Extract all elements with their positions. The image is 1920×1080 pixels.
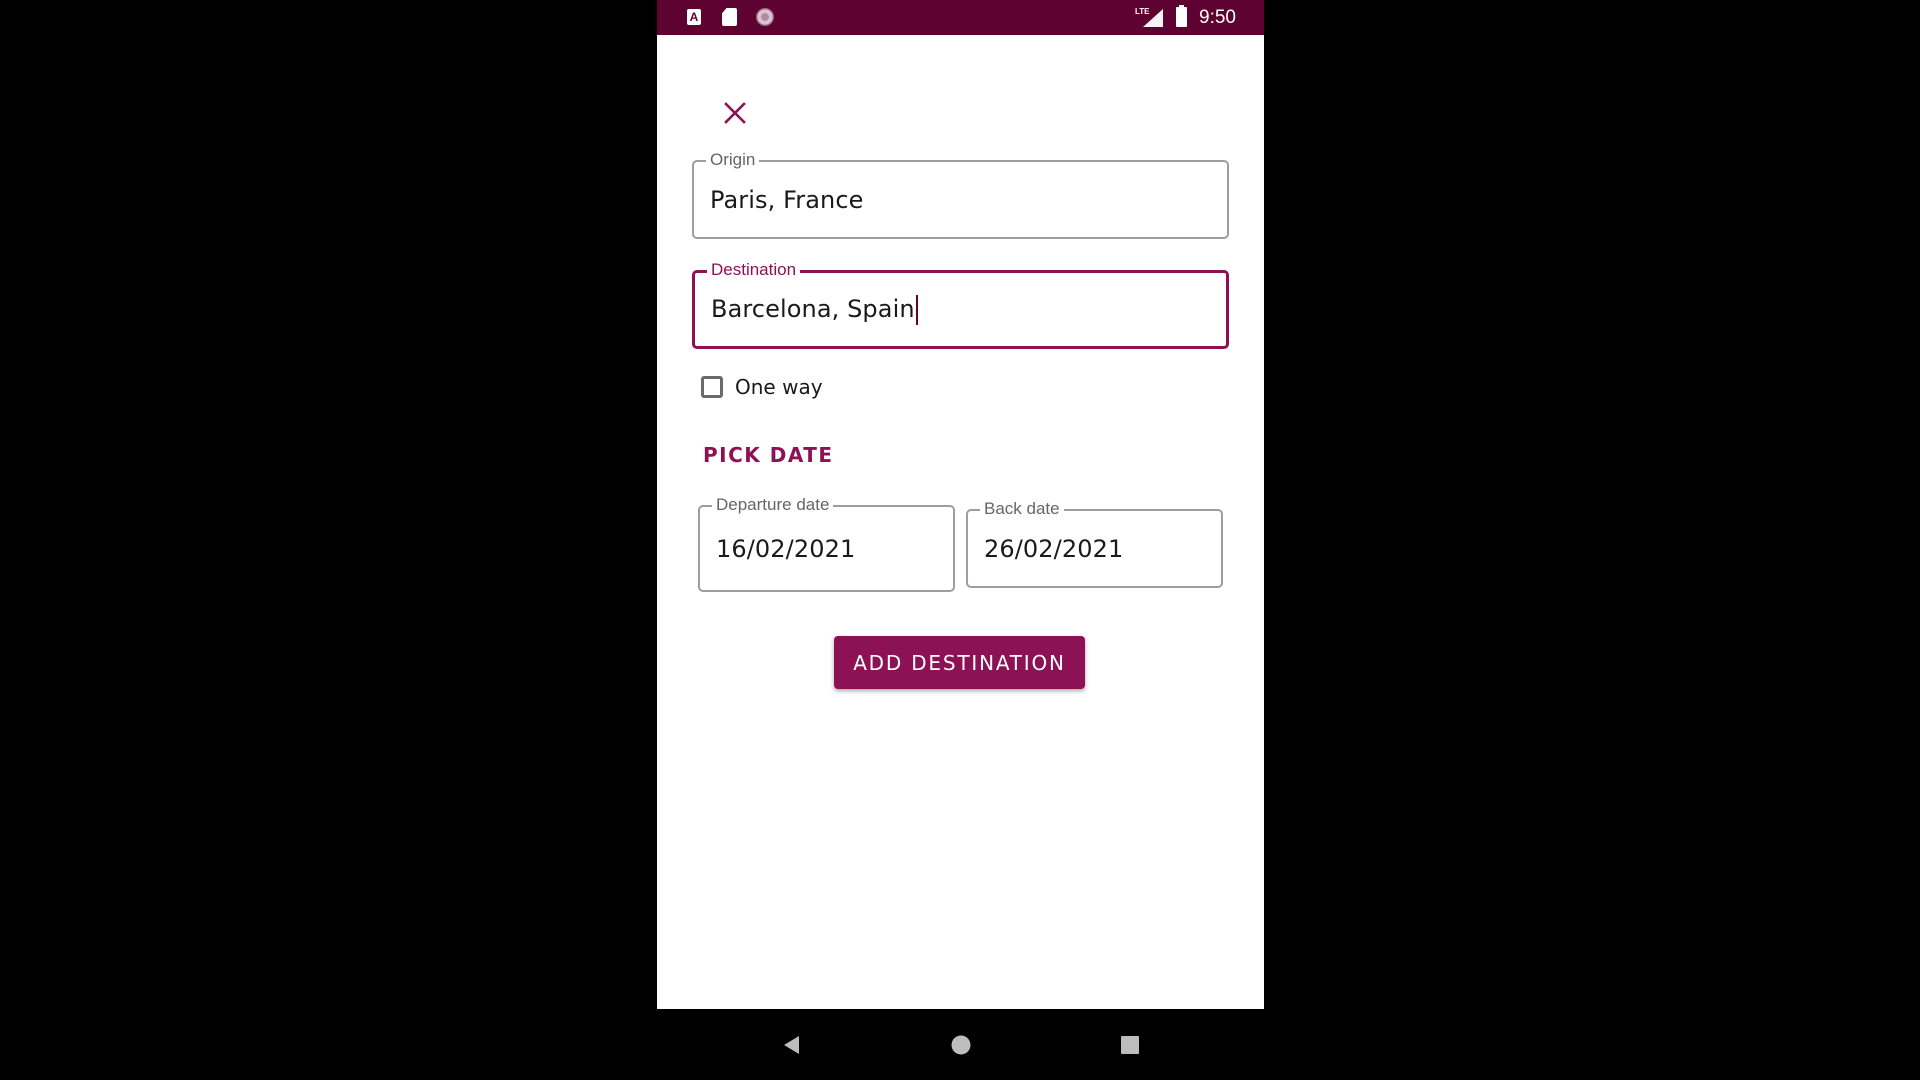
- close-button[interactable]: [717, 95, 753, 131]
- origin-value: Paris, France: [710, 185, 864, 214]
- back-date-value: 26/02/2021: [984, 534, 1124, 563]
- sd-card-icon: [722, 8, 737, 26]
- battery-icon: [1176, 5, 1187, 27]
- lte-signal-icon: LTE: [1135, 7, 1163, 27]
- home-button[interactable]: [949, 1033, 973, 1057]
- back-date-field[interactable]: Back date 26/02/2021: [966, 499, 1223, 588]
- navigation-bar: [657, 1009, 1264, 1080]
- departure-date-value: 16/02/2021: [716, 534, 856, 563]
- recents-button[interactable]: [1118, 1033, 1142, 1057]
- back-button[interactable]: [779, 1033, 803, 1057]
- close-icon: [724, 102, 746, 124]
- destination-value: Barcelona, Spain: [711, 294, 915, 323]
- departure-date-field[interactable]: Departure date 16/02/2021: [698, 495, 955, 592]
- accessibility-a-icon: A: [687, 9, 701, 25]
- back-date-label: Back date: [980, 499, 1064, 519]
- destination-field[interactable]: Destination Barcelona, Spain: [692, 260, 1229, 349]
- text-cursor: [915, 294, 918, 325]
- status-bar: A LTE 9:50: [657, 0, 1264, 35]
- departure-date-label: Departure date: [712, 495, 834, 515]
- android-device: A LTE 9:50 Origin Paris, France Destinat…: [657, 0, 1264, 1080]
- origin-label: Origin: [706, 150, 760, 170]
- origin-field[interactable]: Origin Paris, France: [692, 150, 1229, 239]
- one-way-checkbox[interactable]: [701, 376, 723, 398]
- destination-value-wrap: Barcelona, Spain: [711, 294, 918, 325]
- back-icon: [784, 1036, 799, 1054]
- home-icon: [951, 1035, 971, 1055]
- add-destination-button[interactable]: ADD DESTINATION: [834, 636, 1085, 689]
- add-destination-screen: Origin Paris, France Destination Barcelo…: [657, 35, 1264, 1009]
- sync-circle-icon: [756, 8, 774, 26]
- recents-icon: [1121, 1036, 1139, 1054]
- destination-label: Destination: [707, 260, 801, 280]
- one-way-option[interactable]: One way: [701, 371, 823, 403]
- one-way-label: One way: [735, 375, 823, 399]
- status-time: 9:50: [1199, 7, 1236, 28]
- pick-date-button[interactable]: PICK DATE: [703, 443, 834, 467]
